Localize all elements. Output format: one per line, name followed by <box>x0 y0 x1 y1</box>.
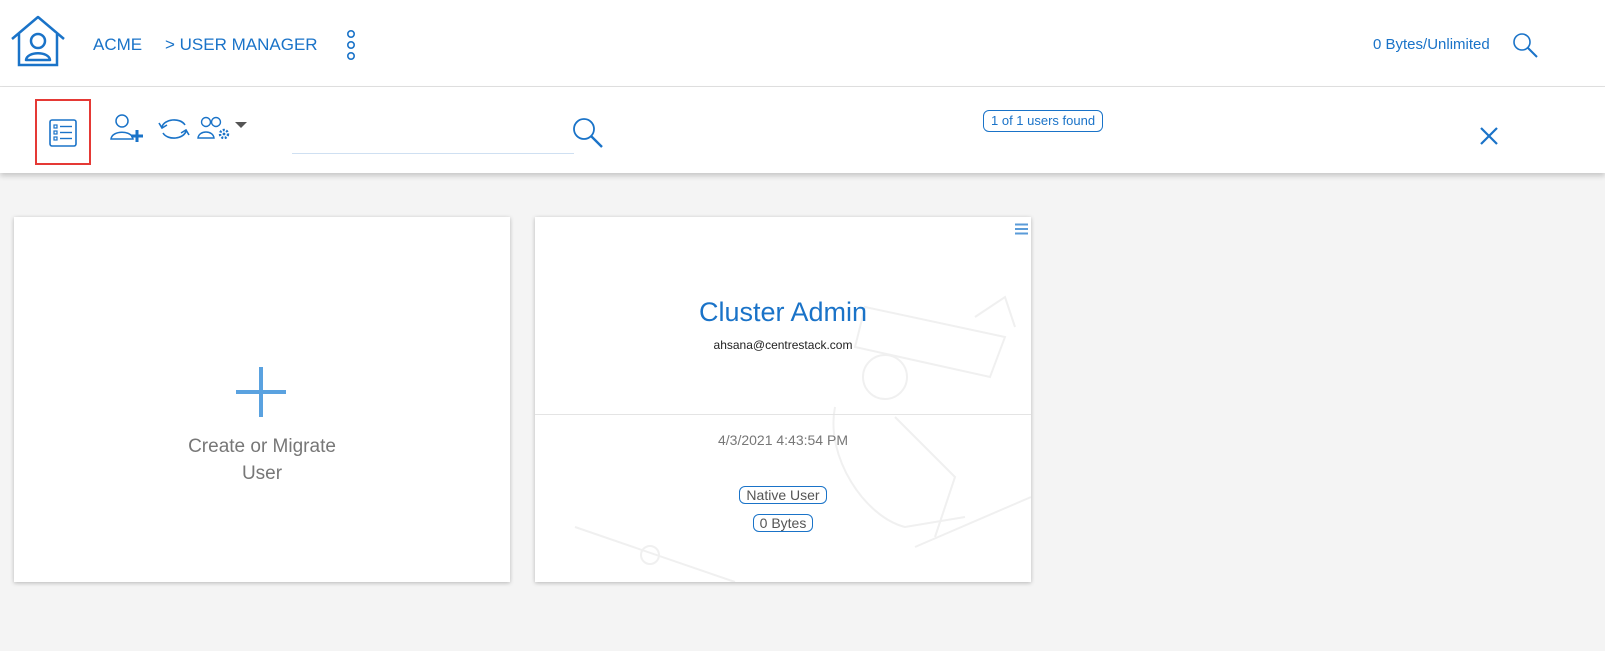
add-user-icon[interactable] <box>108 112 144 144</box>
chevron-down-icon[interactable] <box>235 122 247 128</box>
hamburger-menu-icon[interactable] <box>1015 223 1028 235</box>
sync-icon[interactable] <box>158 115 190 143</box>
card-divider <box>535 414 1031 415</box>
user-email: ahsana@centrestack.com <box>713 338 853 352</box>
list-view-button[interactable] <box>35 99 91 165</box>
plus-icon <box>236 367 286 417</box>
user-name[interactable]: Cluster Admin <box>535 297 1031 328</box>
user-type-badge: Native User <box>739 486 827 504</box>
top-bar: ACME > USER MANAGER 0 Bytes/Unlimited <box>0 0 1605 87</box>
user-search-input[interactable] <box>292 127 574 154</box>
toolbar: 1 of 1 users found <box>0 87 1605 173</box>
search-icon[interactable] <box>1511 31 1539 59</box>
user-group-settings-icon[interactable] <box>197 114 231 142</box>
search-icon[interactable] <box>571 116 605 150</box>
users-found-badge: 1 of 1 users found <box>983 110 1104 132</box>
vertical-ellipsis-icon[interactable] <box>343 29 359 61</box>
breadcrumb-current: > USER MANAGER <box>165 35 318 54</box>
user-card[interactable]: Cluster Admin ahsana@centrestack.com 4/3… <box>535 217 1031 582</box>
create-user-label: Create or Migrate User <box>188 436 336 484</box>
user-date: 4/3/2021 4:43:54 PM <box>718 432 848 448</box>
create-user-card[interactable]: Create or Migrate User <box>14 217 510 582</box>
breadcrumb-root[interactable]: ACME <box>93 35 142 55</box>
user-type-badge-row: Native User <box>535 485 1031 506</box>
storage-quota: 0 Bytes/Unlimited <box>1373 36 1490 53</box>
user-size-badge: 0 Bytes <box>752 514 814 532</box>
user-size-badge-row: 0 Bytes <box>535 513 1031 534</box>
home-user-icon[interactable] <box>8 13 68 69</box>
close-icon[interactable] <box>1478 125 1500 147</box>
list-view-icon <box>49 119 77 147</box>
